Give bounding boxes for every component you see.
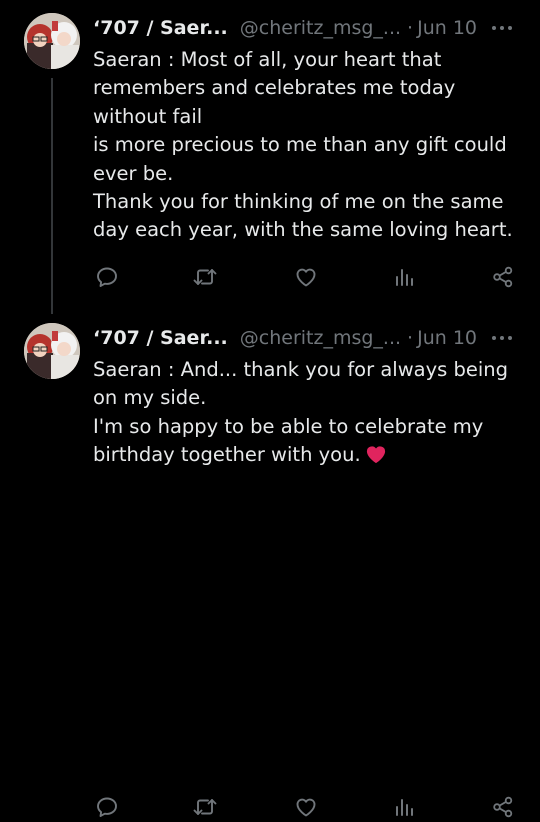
share-icon [493,266,513,288]
views-button[interactable] [389,262,419,292]
reply-button[interactable] [92,262,122,292]
share-icon [493,796,513,818]
more-dots-icon[interactable] [490,334,514,342]
display-name[interactable]: ‘707 / Saer... [93,17,228,39]
like-button[interactable] [291,792,321,822]
tweet-text-line: Saeran : Most of all, your heart that [93,48,442,71]
retweet-button[interactable] [190,262,220,292]
more-dots-icon[interactable] [490,24,514,32]
tweet-text-line: Thank you for thinking of me on the same [93,190,504,214]
views-button[interactable] [389,792,419,822]
views-icon [396,799,413,816]
tweet-text-line: day each year, with the same loving hear… [93,218,513,242]
share-button[interactable] [488,792,518,822]
tweet-text-line: on my side. [93,386,207,410]
like-heart-icon [296,798,316,817]
retweet-icon [193,799,217,815]
separator-dot: · [407,327,414,349]
user-handle[interactable]: @cheritz_msg_... [240,327,401,349]
like-heart-icon [296,268,316,287]
tweet-text-line: Saeran : And... thank you for always bei… [93,358,509,381]
user-handle[interactable]: @cheritz_msg_... [240,17,401,39]
tweet-text-line: I'm so happy to be able to celebrate my [93,414,484,438]
avatar[interactable] [24,323,80,379]
views-icon [396,269,413,286]
tweet-text-line: remembers and celebrates me today [93,76,456,100]
share-button[interactable] [488,262,518,292]
tweet-text-line: ever be. [93,161,174,185]
tweet-text-line: birthday together with you. [93,443,361,467]
tweet-header: ‘707 / Saer... @cheritz_msg_... · Jun 10 [93,324,477,352]
tweet-date[interactable]: Jun 10 [417,327,477,349]
tweet-text-line: without fail [93,104,203,128]
tweet-text-line-with-emoji: birthday together with you. [93,441,513,469]
tweet-actions [0,262,540,292]
reply-icon [97,267,117,287]
tweet-header: ‘707 / Saer... @cheritz_msg_... · Jun 10 [93,14,477,42]
reply-icon [97,797,117,817]
tweet-actions [0,792,540,822]
separator-dot: · [407,17,414,39]
tweet-text: Saeran : Most of all, your heart that re… [93,46,513,245]
tweet-date[interactable]: Jun 10 [417,17,477,39]
tweet-text: Saeran : And... thank you for always bei… [93,356,513,470]
tweet-text-line: is more precious to me than any gift cou… [93,133,507,157]
avatar[interactable] [24,13,80,69]
reply-button[interactable] [92,792,122,822]
retweet-button[interactable] [190,792,220,822]
red-heart-emoji-icon [366,446,385,464]
display-name[interactable]: ‘707 / Saer... [93,327,228,349]
retweet-icon [193,269,217,285]
like-button[interactable] [291,262,321,292]
